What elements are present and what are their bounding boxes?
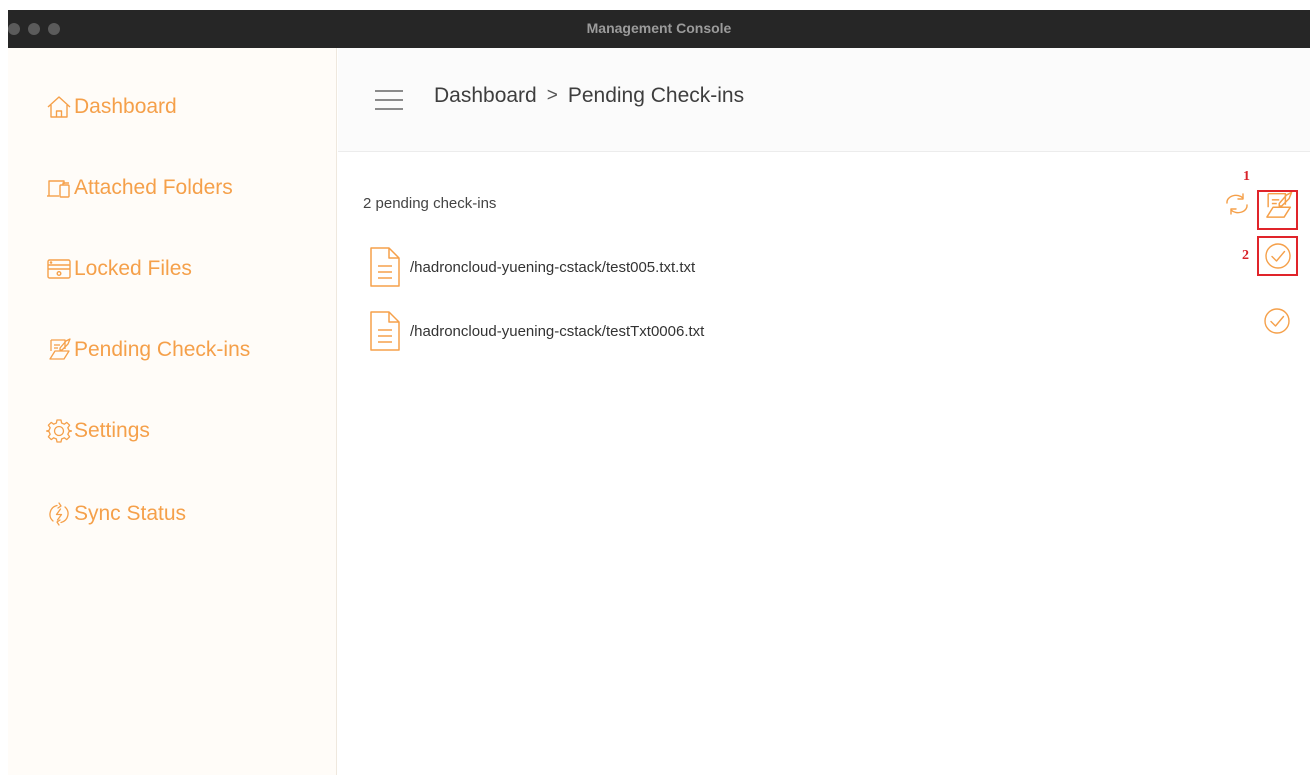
sidebar-item-locked-files[interactable]: Locked Files [46,252,192,286]
breadcrumb-dashboard-link[interactable]: Dashboard [434,84,537,108]
breadcrumb-separator: > [546,85,558,106]
title-bar: Management Console [8,10,1310,48]
window-title: Management Console [586,20,732,36]
pending-checkin-icon [46,337,72,363]
sidebar-item-sync-status[interactable]: Sync Status [46,497,186,531]
sidebar-item-attached-folders[interactable]: Attached Folders [46,171,233,205]
document-icon [368,309,402,353]
sidebar-item-label: Sync Status [74,502,187,525]
sidebar-item-label: Attached Folders [74,176,233,199]
gear-icon [46,418,72,444]
app-window: Management Console Dashboard Attached Fo… [8,10,1310,775]
sidebar-item-settings[interactable]: Settings [46,414,150,448]
sync-icon [46,501,72,527]
page-header: Dashboard > Pending Check-ins [338,48,1310,152]
sidebar-item-label: Locked Files [74,257,192,280]
sidebar-item-label: Pending Check-ins [74,338,251,361]
file-path: /hadroncloud-yuening-cstack/test005.txt.… [410,258,696,276]
breadcrumb: Dashboard > Pending Check-ins [434,84,744,108]
home-icon [46,94,72,120]
annotation-box-1 [1257,190,1298,230]
check-circle-icon [1263,307,1291,335]
file-path: /hadroncloud-yuening-cstack/testTxt0006.… [410,322,705,340]
locked-files-icon [46,256,72,282]
document-icon [368,245,402,289]
annotation-number-2: 2 [1242,248,1249,263]
refresh-icon[interactable] [1223,191,1251,217]
sidebar-item-pending-check-ins[interactable]: Pending Check-ins [46,333,250,367]
list-item: /hadroncloud-yuening-cstack/test005.txt.… [368,245,1288,289]
annotation-box-2 [1257,236,1298,276]
sidebar-item-label: Dashboard [74,95,177,118]
main-panel: Dashboard > Pending Check-ins 2 pending … [338,48,1310,775]
folders-icon [46,175,72,201]
sidebar-item-label: Settings [74,419,150,442]
annotation-number-1: 1 [1243,169,1250,184]
sidebar: Dashboard Attached Folders Locked Files [8,48,337,775]
sidebar-item-dashboard[interactable]: Dashboard [46,90,177,124]
list-item: /hadroncloud-yuening-cstack/testTxt0006.… [368,309,1288,353]
menu-toggle-button[interactable] [375,88,405,112]
check-in-button[interactable] [1263,307,1291,335]
breadcrumb-current: Pending Check-ins [567,84,745,107]
pending-count-label: 2 pending check-ins [363,195,497,212]
